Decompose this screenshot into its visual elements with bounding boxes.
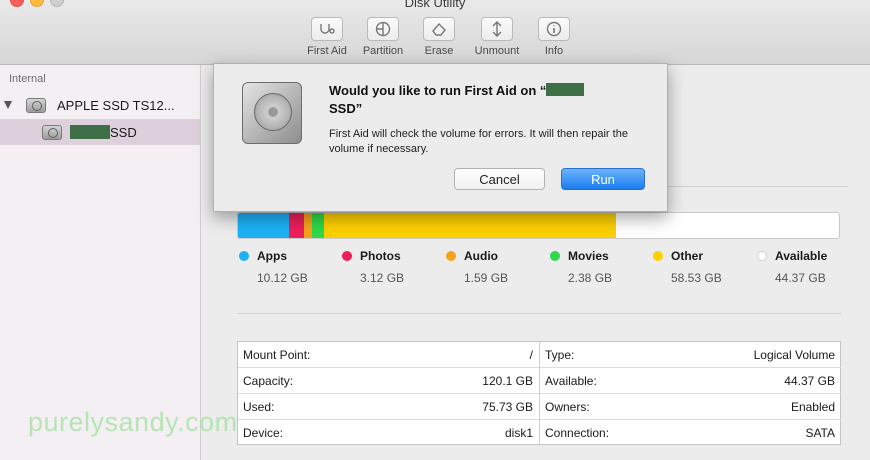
- divider: [237, 313, 841, 314]
- info-key: Connection:: [545, 426, 610, 440]
- legend-value-available: 44.37 GB: [775, 271, 826, 285]
- info-row-available: Available: 44.37 GB: [540, 368, 841, 394]
- info-value: 75.73 GB: [482, 400, 533, 414]
- info-value: SATA: [805, 426, 835, 440]
- partition-label: Partition: [362, 45, 404, 57]
- partition-icon: [375, 21, 391, 37]
- info-value: 120.1 GB: [482, 374, 533, 388]
- usage-bar: [237, 212, 840, 239]
- usage-segment-photos: [288, 213, 304, 238]
- info-row-connection: Connection: SATA: [540, 420, 841, 446]
- erase-icon: [432, 22, 446, 36]
- info-key: Available:: [545, 374, 597, 388]
- info-value: 44.37 GB: [784, 374, 835, 388]
- legend-name-movies: Movies: [568, 249, 609, 263]
- legend-dot-other: [653, 251, 663, 261]
- first-aid-label: First Aid: [307, 45, 347, 57]
- info-key: Device:: [243, 426, 284, 440]
- info-column-left: Mount Point: / Capacity: 120.1 GB Used: 75.…: [238, 342, 539, 444]
- legend-dot-movies: [550, 251, 560, 261]
- unmount-icon: [492, 21, 502, 37]
- info-key: Owners:: [545, 400, 590, 414]
- legend-value-apps: 10.12 GB: [257, 271, 308, 285]
- cancel-button[interactable]: Cancel: [454, 168, 545, 190]
- hard-disk-icon: [26, 97, 46, 113]
- info-row-owners: Owners: Enabled: [540, 394, 841, 420]
- info-key: Mount Point:: [243, 348, 311, 362]
- dialog-title-line1: Would you like to run First Aid on “: [329, 83, 547, 98]
- legend-dot-apps: [239, 251, 249, 261]
- redacted-volume-name: [546, 83, 585, 96]
- info-row-type: Type: Logical Volume: [540, 342, 841, 368]
- usage-segment-other: [323, 213, 617, 238]
- volume-info-table: Mount Point: / Capacity: 120.1 GB Used: 75.…: [237, 341, 841, 445]
- sidebar-disk-label: APPLE SSD TS12...: [57, 97, 175, 113]
- legend-dot-audio: [446, 251, 456, 261]
- info-icon: [546, 21, 562, 37]
- divider: [665, 186, 848, 187]
- erase-label: Erase: [424, 45, 454, 57]
- watermark-text: purelysandy.com: [28, 407, 238, 437]
- dialog-title-line2: SSD”: [329, 101, 363, 116]
- info-key: Type:: [545, 348, 575, 362]
- disclosure-triangle-icon[interactable]: [4, 101, 12, 109]
- redacted-volume-name: [70, 125, 110, 139]
- legend-name-apps: Apps: [257, 249, 287, 263]
- volume-disk-icon: [42, 124, 62, 140]
- sidebar: Internal APPLE SSD TS12... SSD: [0, 65, 201, 460]
- info-key: Capacity:: [243, 374, 294, 388]
- info-row-capacity: Capacity: 120.1 GB: [238, 368, 539, 394]
- legend-name-available: Available: [775, 249, 828, 263]
- legend-name-audio: Audio: [464, 249, 498, 263]
- sidebar-section-internal: Internal: [9, 73, 46, 85]
- info-column-right: Type: Logical Volume Available: 44.37 GB O…: [540, 342, 841, 444]
- usage-segment-apps: [238, 213, 289, 238]
- legend-dot-available: [757, 251, 767, 261]
- info-key: Used:: [243, 400, 275, 414]
- unmount-label: Unmount: [474, 45, 520, 57]
- info-label: Info: [544, 45, 564, 57]
- stethoscope-icon: [320, 24, 335, 34]
- dialog-title: Would you like to run First Aid on “ SSD…: [329, 82, 649, 118]
- sidebar-item-disk[interactable]: APPLE SSD TS12...: [0, 92, 200, 118]
- usage-segment-movies: [311, 213, 324, 238]
- legend-name-other: Other: [671, 249, 704, 263]
- info-value: /: [529, 348, 533, 362]
- info-button[interactable]: Info: [532, 17, 576, 57]
- hard-drive-icon: [242, 82, 302, 144]
- dialog-message: First Aid will check the volume for erro…: [329, 128, 628, 155]
- unmount-button[interactable]: Unmount: [470, 17, 524, 57]
- run-button[interactable]: Run: [561, 168, 645, 190]
- usage-segment-available: [616, 213, 839, 238]
- legend-dot-photos: [342, 251, 352, 261]
- first-aid-dialog: Would you like to run First Aid on “ SSD…: [213, 63, 668, 212]
- title-bar: Disk Utility First Aid Partition Erase U…: [0, 0, 870, 65]
- legend-value-photos: 3.12 GB: [360, 271, 405, 285]
- first-aid-button[interactable]: First Aid: [301, 17, 353, 57]
- window-title: Disk Utility: [404, 0, 466, 10]
- legend-value-audio: 1.59 GB: [464, 271, 509, 285]
- sidebar-volume-label: SSD: [110, 124, 137, 140]
- info-row-mount-point: Mount Point: /: [238, 342, 539, 368]
- info-value: Enabled: [790, 400, 835, 414]
- erase-button[interactable]: Erase: [417, 17, 461, 57]
- info-row-used: Used: 75.73 GB: [238, 394, 539, 420]
- info-value: disk1: [504, 426, 533, 440]
- partition-button[interactable]: Partition: [356, 17, 410, 57]
- legend-value-other: 58.53 GB: [671, 271, 722, 285]
- info-row-device: Device: disk1: [238, 420, 539, 446]
- info-value: Logical Volume: [753, 348, 835, 362]
- sidebar-item-volume[interactable]: SSD: [0, 119, 200, 145]
- usage-segment-audio: [303, 213, 312, 238]
- legend-value-movies: 2.38 GB: [568, 271, 613, 285]
- legend-name-photos: Photos: [360, 249, 401, 263]
